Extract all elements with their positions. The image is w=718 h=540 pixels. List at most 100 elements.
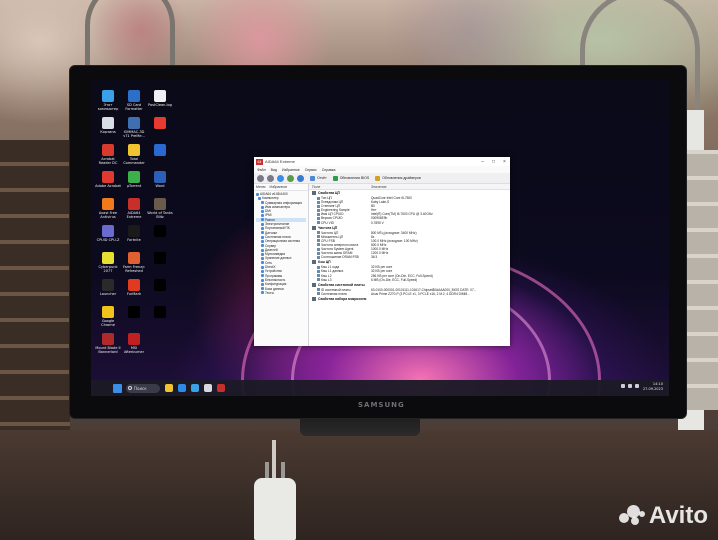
bios-update-button[interactable]: Обновления BIOS <box>332 175 369 181</box>
desktop-icon[interactable]: Этот компьютер <box>95 90 121 111</box>
report-button[interactable]: Отчёт <box>310 175 327 181</box>
property-icon <box>317 243 320 247</box>
desktop-icon[interactable]: Корзина <box>95 117 121 134</box>
desktop-icon[interactable]: SD Card Formatter <box>121 90 147 111</box>
desktop-icon-label: MSI Afterburner <box>123 346 145 354</box>
app-icon <box>154 171 166 183</box>
desktop-icon[interactable] <box>147 144 173 157</box>
property-icon <box>317 292 320 296</box>
group-icon <box>312 282 316 287</box>
taskbar-app-icon[interactable] <box>204 384 212 392</box>
desktop-icon[interactable]: Mount Blade II Bannerlord <box>95 333 121 354</box>
property-field: Соотношение DRAM:FSB <box>309 255 371 259</box>
tree-node-icon <box>261 209 264 213</box>
taskbar-search[interactable]: Поиск <box>126 383 160 393</box>
window-titlebar[interactable]: 64 AIDA64 Extreme – □ × <box>254 157 510 166</box>
app-icon <box>128 279 140 291</box>
desktop-icon[interactable]: Cyberpunk 2077 <box>95 252 121 273</box>
user-icon[interactable] <box>287 174 294 182</box>
desktop-icon[interactable]: Total Commander <box>121 144 147 165</box>
desktop-icon-label: Fortnite <box>127 238 141 242</box>
property-icon <box>317 217 320 221</box>
desktop-icon[interactable]: Adobe Acrobat <box>95 171 121 188</box>
desktop-icon-label: AIDA64 Extreme <box>126 211 142 219</box>
clock[interactable]: 14:10 27.09.2023 <box>643 382 663 392</box>
property-field: Кэш L3 <box>309 278 371 282</box>
desktop-icon[interactable]: FurMark <box>121 279 147 296</box>
desktop-icon[interactable]: World of Tanks Blitz <box>147 198 173 219</box>
desktop-icon[interactable] <box>147 252 173 265</box>
volume-icon[interactable] <box>635 384 639 388</box>
desktop-icon[interactable]: Farm Frenzy: Refreshed <box>121 252 147 273</box>
column-value[interactable]: Значение <box>371 185 387 189</box>
desktop-icon-label: World of Tanks Blitz <box>147 211 173 219</box>
forward-icon[interactable] <box>267 174 274 182</box>
tree-node-icon <box>261 287 264 291</box>
menu-view[interactable]: Вид <box>271 168 277 172</box>
menu-file[interactable]: Файл <box>257 168 266 172</box>
desktop-icon[interactable] <box>147 225 173 238</box>
desktop-icon[interactable]: Launcher <box>95 279 121 296</box>
back-icon[interactable] <box>257 174 264 182</box>
app-icon <box>128 144 140 156</box>
desktop-icon[interactable] <box>147 279 173 292</box>
desktop-icon[interactable]: Avast Free Antivirus <box>95 198 121 219</box>
menu-favorites[interactable]: Избранное <box>282 168 300 172</box>
property-field: Системная плата <box>309 292 371 296</box>
chevron-up-icon[interactable] <box>621 384 625 388</box>
taskbar-app-icon[interactable] <box>165 384 173 392</box>
desktop-icon[interactable] <box>121 306 147 319</box>
taskbar-app-icon[interactable] <box>217 384 225 392</box>
aida64-window[interactable]: 64 AIDA64 Extreme – □ × Файл Вид Избранн… <box>254 157 510 346</box>
tree-node-icon <box>261 291 264 295</box>
tree-item[interactable]: Тесты <box>256 291 306 295</box>
app-icon <box>128 306 140 318</box>
chart-icon[interactable] <box>297 174 304 182</box>
desktop-icon[interactable]: MSI Afterburner <box>121 333 147 354</box>
property-icon <box>317 235 320 239</box>
property-field-label: Кэш L3 <box>321 277 332 282</box>
taskbar-app-icon[interactable] <box>191 384 199 392</box>
desktop-icon-label: SD Card Formatter <box>125 103 143 111</box>
desktop-icon[interactable]: Google Chrome <box>95 306 121 327</box>
property-icon <box>317 204 320 208</box>
tree-node-icon <box>261 214 264 218</box>
desktop-icon[interactable]: Fortnite <box>121 225 147 242</box>
desktop-icon[interactable]: AIDA64 Extreme <box>121 198 147 219</box>
desktop-icon-label: µTorrent <box>126 184 142 188</box>
desktop-icon[interactable]: PostClean.log <box>147 90 173 107</box>
driver-update-button[interactable]: Обновления драйверов <box>375 175 421 181</box>
minimize-icon[interactable]: – <box>477 159 488 165</box>
start-icon[interactable] <box>113 383 122 393</box>
desktop-icon[interactable]: µTorrent <box>121 171 147 188</box>
app-icon <box>102 252 114 264</box>
desktop-icon[interactable]: IOMMAC-3D ч71 PreMe... <box>121 117 147 138</box>
maximize-icon[interactable]: □ <box>488 159 499 165</box>
desktop-icon[interactable] <box>147 117 173 130</box>
group-title: Кэш ЦП <box>318 260 331 265</box>
menu-help[interactable]: Справка <box>322 168 336 172</box>
property-field-label: Системная плата <box>321 291 347 296</box>
app-icon <box>102 90 114 102</box>
tab-favorites[interactable]: Избранное <box>269 185 287 189</box>
bios-icon <box>332 175 338 181</box>
tree-node-icon <box>261 222 264 226</box>
desktop-icon[interactable]: Word <box>147 171 173 188</box>
property-icon <box>317 247 320 251</box>
close-icon[interactable]: × <box>499 159 510 165</box>
taskbar-app-icon[interactable] <box>178 384 186 392</box>
refresh-icon[interactable] <box>277 174 284 182</box>
column-field[interactable]: Поле <box>309 185 371 189</box>
menu-tools[interactable]: Сервис <box>305 168 317 172</box>
desktop-icon[interactable]: Acrobat Reader DC <box>95 144 121 165</box>
desktop-icon[interactable] <box>147 306 173 319</box>
app-icon <box>154 279 166 291</box>
group-title: Свойства набора микросхем <box>318 296 367 301</box>
desktop-icon[interactable]: CPUID CPU-Z <box>95 225 121 242</box>
app-icon <box>102 171 114 183</box>
tree-node-icon <box>261 239 264 243</box>
network-icon[interactable] <box>628 384 632 388</box>
app-icon <box>102 225 114 237</box>
tab-menu[interactable]: Меню <box>256 185 265 189</box>
desktop-icon-label: Farm Frenzy: Refreshed <box>122 265 146 273</box>
